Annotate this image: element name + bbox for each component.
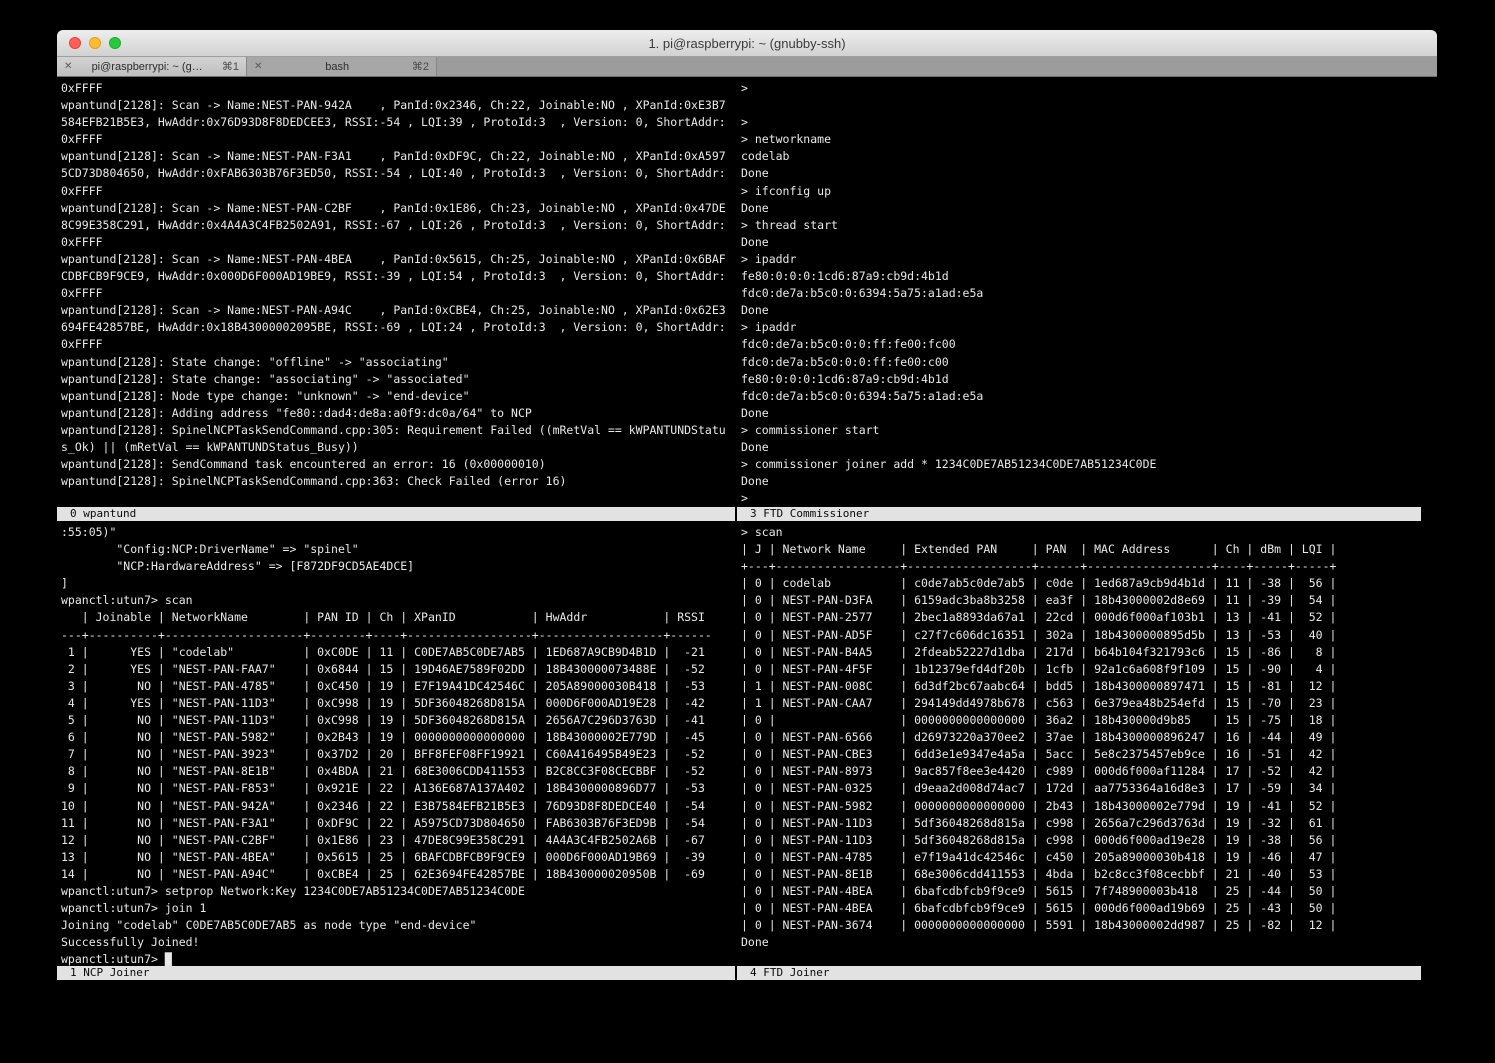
ncp-joiner-output: :55:05)" "Config:NCP:DriverName" => "spi… [57, 521, 735, 966]
pane-ftd-joiner[interactable]: > scan | J | Network Name | Extended PAN… [737, 521, 1437, 966]
tab-ssh-session[interactable]: ✕ pi@raspberrypi: ~ (g… ⌘1 [57, 57, 247, 76]
window-titlebar[interactable]: 1. pi@raspberrypi: ~ (gnubby-ssh) [57, 30, 1437, 57]
pane-caption-wpantund: 0 wpantund [57, 507, 735, 521]
close-window-button[interactable] [69, 37, 81, 49]
pane-wpantund[interactable]: 0xFFFF wpantund[2128]: Scan -> Name:NEST… [57, 77, 735, 507]
tab-bar: ✕ pi@raspberrypi: ~ (g… ⌘1 ✕ bash ⌘2 [57, 57, 1437, 77]
tab-label: pi@raspberrypi: ~ (g… [78, 61, 215, 73]
minimize-window-button[interactable] [89, 37, 101, 49]
tab-label: bash [268, 61, 405, 73]
close-tab-icon[interactable]: ✕ [64, 61, 72, 72]
pane-caption-ncp-joiner: 1 NCP Joiner [57, 966, 735, 980]
wpantund-output: 0xFFFF wpantund[2128]: Scan -> Name:NEST… [57, 77, 735, 490]
ftd-joiner-output: > scan | J | Network Name | Extended PAN… [737, 521, 1437, 951]
ftd-commissioner-output: > > > networkname codelab Done > ifconfi… [737, 77, 1437, 507]
pane-caption-ftd-joiner: 4 FTD Joiner [737, 966, 1421, 980]
window-title: 1. pi@raspberrypi: ~ (gnubby-ssh) [648, 36, 845, 51]
close-tab-icon[interactable]: ✕ [254, 61, 262, 72]
pane-ncp-joiner[interactable]: :55:05)" "Config:NCP:DriverName" => "spi… [57, 521, 735, 966]
zoom-window-button[interactable] [109, 37, 121, 49]
terminal-area: 0xFFFF wpantund[2128]: Scan -> Name:NEST… [57, 77, 1437, 1063]
tab-bash[interactable]: ✕ bash ⌘2 [247, 57, 437, 76]
tab-shortcut: ⌘1 [222, 60, 239, 73]
pane-caption-ftd-commissioner: 3 FTD Commissioner [737, 507, 1421, 521]
pane-ftd-commissioner[interactable]: > > > networkname codelab Done > ifconfi… [737, 77, 1437, 507]
traffic-lights [69, 30, 121, 56]
terminal-window: 1. pi@raspberrypi: ~ (gnubby-ssh) ✕ pi@r… [57, 30, 1437, 1063]
tab-shortcut: ⌘2 [412, 60, 429, 73]
